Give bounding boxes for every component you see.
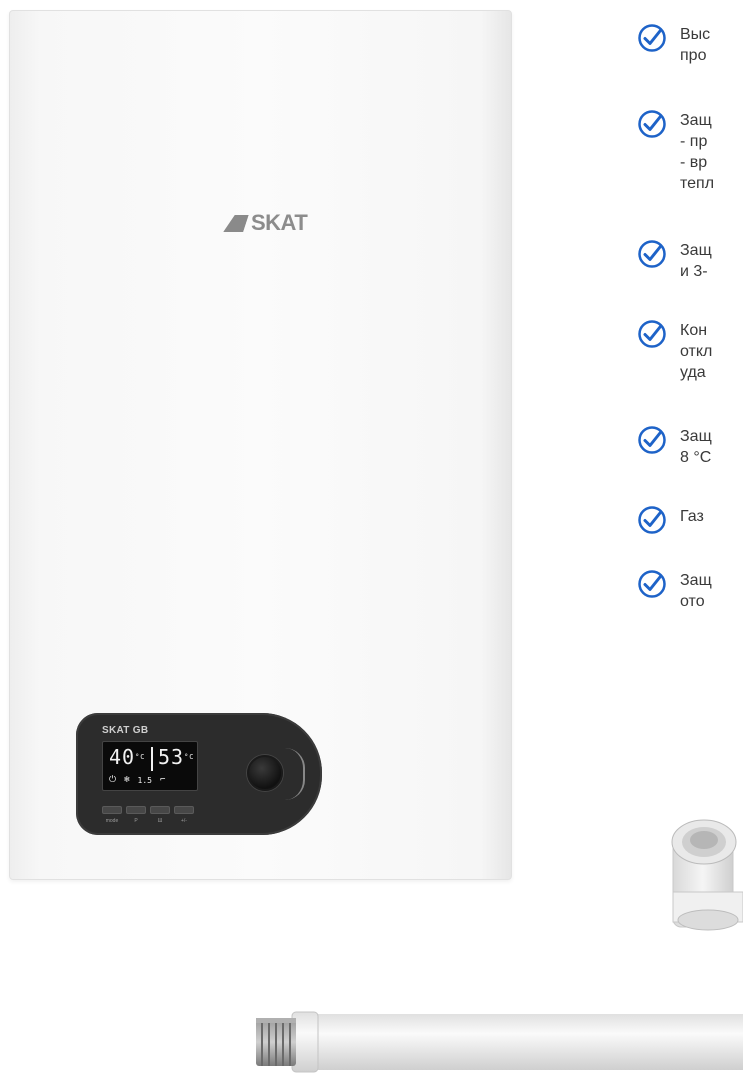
elbow-adapter-image	[671, 819, 743, 931]
power-icon: ⏻	[109, 775, 117, 785]
lcd-display: 40°C 53°C ⏻ ❄ 1.5 ⌐	[102, 741, 198, 791]
key-label: +/-	[181, 818, 187, 824]
display-left-unit: °C	[135, 753, 146, 761]
display-right-temp: 53°C	[158, 746, 195, 768]
key-label: mode	[105, 818, 119, 824]
display-right-unit: °C	[184, 753, 195, 761]
knob-icon[interactable]	[247, 755, 283, 791]
check-circle-icon	[638, 570, 666, 598]
feature-text: Защ - пр - вр тепл	[680, 112, 715, 192]
key-label: P	[134, 818, 138, 824]
panel-keys	[102, 806, 194, 814]
display-left-value: 40	[109, 745, 136, 769]
feature-text: Защ и 3-	[680, 242, 712, 280]
check-circle-icon	[638, 24, 666, 52]
snowflake-icon: ❄	[124, 775, 130, 785]
check-circle-icon	[638, 320, 666, 348]
p-key[interactable]	[126, 806, 146, 814]
feature-text: Защ ото	[680, 572, 712, 610]
display-status-row: ⏻ ❄ 1.5 ⌐	[109, 775, 165, 785]
feature-text: Выс про	[680, 26, 711, 64]
panel-model-label: SKAT GB	[102, 725, 149, 736]
key-labels: mode P Ш +/-	[102, 818, 194, 824]
knob-scale-arc	[285, 748, 305, 800]
display-right-value: 53	[158, 745, 185, 769]
feature-text: Газ	[680, 508, 704, 525]
display-left-temp: 40°C	[109, 746, 146, 768]
display-pressure: 1.5	[137, 775, 152, 785]
control-panel: SKAT GB 40°C 53°C ⏻ ❄ 1.5 ⌐ mode P Ш +/-	[76, 713, 322, 835]
features-list: Выс про Защ - пр - вр тепл Защ и 3- Кон откл уд…	[638, 0, 743, 650]
check-circle-icon	[638, 240, 666, 268]
flue-pipe-image	[256, 1011, 743, 1073]
mode-key[interactable]	[102, 806, 122, 814]
faucet-icon: ⌐	[160, 775, 166, 785]
plus-minus-key[interactable]	[174, 806, 194, 814]
check-circle-icon	[638, 506, 666, 534]
key-label: Ш	[157, 818, 163, 824]
brand-logo: SKAT	[224, 210, 308, 235]
feature-text: Кон откл уда	[680, 322, 713, 381]
logo-text: SKAT	[251, 210, 308, 235]
feature-text: Защ 8 °С	[680, 428, 712, 466]
display-separator	[151, 747, 153, 771]
boiler-image: SKAT SKAT GB 40°C 53°C ⏻ ❄ 1.5 ⌐ mode P …	[9, 10, 512, 880]
heating-key[interactable]	[150, 806, 170, 814]
check-circle-icon	[638, 110, 666, 138]
logo-mark-icon	[224, 214, 248, 232]
check-circle-icon	[638, 426, 666, 454]
